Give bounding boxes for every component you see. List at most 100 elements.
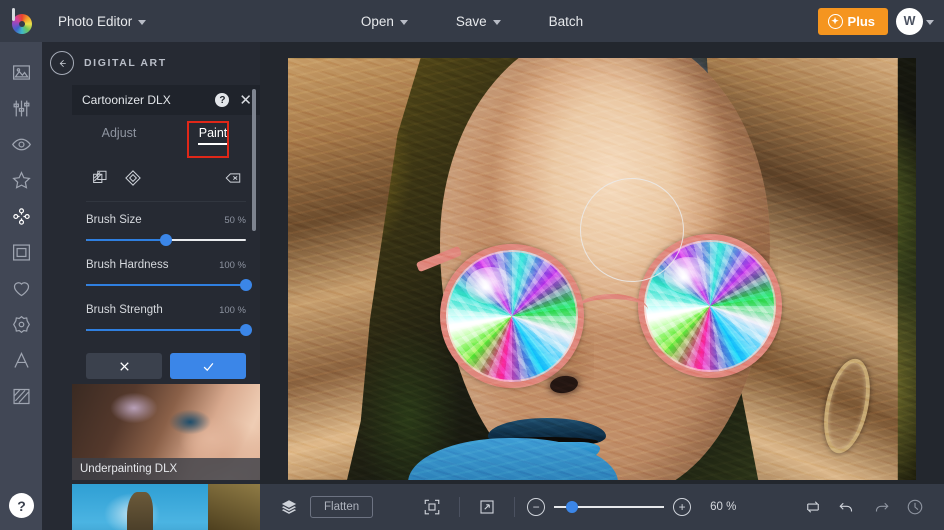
close-icon[interactable]: ✕ (239, 93, 252, 108)
slider-knob[interactable] (240, 324, 252, 336)
top-toolbar: Photo Editor Open Save Batch ✦ Plus W (0, 0, 944, 42)
flower-icon (11, 314, 32, 335)
brush-strength-slider[interactable] (86, 323, 246, 337)
zoom-in-button[interactable]: + (673, 498, 691, 516)
sidebar-item-digital-art[interactable] (0, 198, 42, 234)
back-arrow-icon (56, 57, 69, 70)
app-title-label: Photo Editor (58, 14, 132, 29)
app-title-dropdown[interactable]: Photo Editor (48, 8, 156, 35)
texture-icon (11, 386, 32, 407)
effect-action-row (86, 337, 246, 391)
undo-button[interactable] (832, 493, 862, 521)
heart-icon (11, 278, 32, 299)
photo-editor-window: Photo Editor Open Save Batch ✦ Plus W (0, 0, 944, 530)
chevron-down-icon (400, 20, 408, 25)
open-menu-label: Open (361, 14, 394, 29)
eye-icon (11, 134, 32, 155)
redo-button[interactable] (866, 493, 896, 521)
preset-underpainting-dlx[interactable]: Underpainting DLX (72, 384, 260, 480)
compare-toggle-icon (804, 498, 822, 516)
brush-hardness-label: Brush Hardness (86, 259, 168, 271)
logo-hole (19, 21, 25, 27)
slider-knob[interactable] (160, 234, 172, 246)
sidebar-item-adjust[interactable] (0, 90, 42, 126)
sidebar-item-text[interactable] (0, 342, 42, 378)
open-menu[interactable]: Open (350, 8, 419, 35)
sidebar-item-overlays[interactable] (0, 162, 42, 198)
chevron-down-icon (493, 20, 501, 25)
preset-caption: Underpainting DLX (72, 458, 260, 480)
apply-button[interactable] (170, 353, 246, 379)
gradient-mask-tool[interactable] (119, 165, 146, 192)
sidebar-item-favorites[interactable] (0, 270, 42, 306)
zoom-out-button[interactable]: − (527, 498, 545, 516)
sidebar-item-effects[interactable] (0, 126, 42, 162)
sidebar-item-frames[interactable] (0, 234, 42, 270)
avatar: W (896, 8, 923, 35)
tab-paint[interactable]: Paint (166, 115, 260, 151)
redo-icon (872, 498, 890, 516)
slider-fill (86, 284, 246, 286)
slider-knob[interactable] (566, 501, 578, 513)
panel-scrollbar[interactable] (252, 89, 256, 231)
batch-button[interactable]: Batch (538, 8, 595, 35)
paint-mask-tool[interactable] (86, 165, 113, 192)
cancel-button[interactable] (86, 353, 162, 379)
brush-strength-group: Brush Strength 100 % (86, 292, 246, 337)
sidebar-item-textures[interactable] (0, 378, 42, 414)
slider-knob[interactable] (240, 279, 252, 291)
help-button[interactable]: ? (9, 493, 34, 518)
preset-thumbnail-list: Underpainting DLX (72, 384, 260, 530)
image-icon (11, 62, 32, 83)
brush-cursor-circle (580, 178, 684, 282)
brush-hardness-group: Brush Hardness 100 % (86, 247, 246, 292)
effect-card: Cartoonizer DLX ? ✕ Adjust Paint (72, 85, 260, 391)
brush-hardness-slider[interactable] (86, 278, 246, 292)
layers-button[interactable] (274, 493, 304, 521)
fit-to-screen-button[interactable] (417, 493, 447, 521)
preset-landscape[interactable] (72, 484, 260, 530)
app-logo[interactable] (0, 0, 44, 42)
brush-strength-label: Brush Strength (86, 304, 163, 316)
image-canvas[interactable] (288, 58, 916, 480)
text-a-icon (11, 350, 32, 371)
save-menu[interactable]: Save (445, 8, 512, 35)
tab-adjust[interactable]: Adjust (72, 115, 166, 151)
logo-stem (12, 8, 15, 21)
x-icon (117, 359, 132, 374)
back-button[interactable] (50, 51, 74, 75)
canvas-stage (260, 42, 944, 484)
history-clock-icon (906, 498, 924, 516)
fit-to-screen-icon (423, 498, 441, 516)
save-menu-label: Save (456, 14, 487, 29)
effect-help-icon[interactable]: ? (215, 93, 229, 107)
flatten-button[interactable]: Flatten (310, 496, 373, 518)
diamond-gradient-icon (124, 169, 142, 187)
frame-icon (11, 242, 32, 263)
divider (514, 497, 515, 517)
star-icon (11, 170, 32, 191)
zoom-controls: − + 60 % (373, 493, 798, 521)
sidebar-item-image[interactable] (0, 54, 42, 90)
sidebar-item-ornaments[interactable] (0, 306, 42, 342)
fullscreen-button[interactable] (472, 493, 502, 521)
bottom-toolbar: Flatten − + 60 % (260, 484, 944, 530)
plus-upgrade-button[interactable]: ✦ Plus (818, 8, 888, 35)
thumb-rock-shape (127, 492, 153, 530)
brush-hardness-value: 100 % (219, 260, 246, 271)
layers-icon (280, 498, 298, 516)
fullscreen-icon (478, 498, 496, 516)
panel-header: DIGITAL ART (42, 42, 260, 84)
effect-name: Cartoonizer DLX (82, 93, 215, 107)
erase-icon (224, 169, 242, 187)
erase-mask-tool[interactable] (219, 165, 246, 192)
brush-size-slider[interactable] (86, 233, 246, 247)
history-controls (798, 493, 930, 521)
brush-size-label: Brush Size (86, 214, 142, 226)
history-button[interactable] (900, 493, 930, 521)
slider-fill (86, 239, 166, 241)
zoom-slider[interactable] (554, 500, 664, 514)
panel-category-title: DIGITAL ART (84, 57, 167, 69)
compare-button[interactable] (798, 493, 828, 521)
account-menu[interactable]: W (896, 8, 934, 35)
